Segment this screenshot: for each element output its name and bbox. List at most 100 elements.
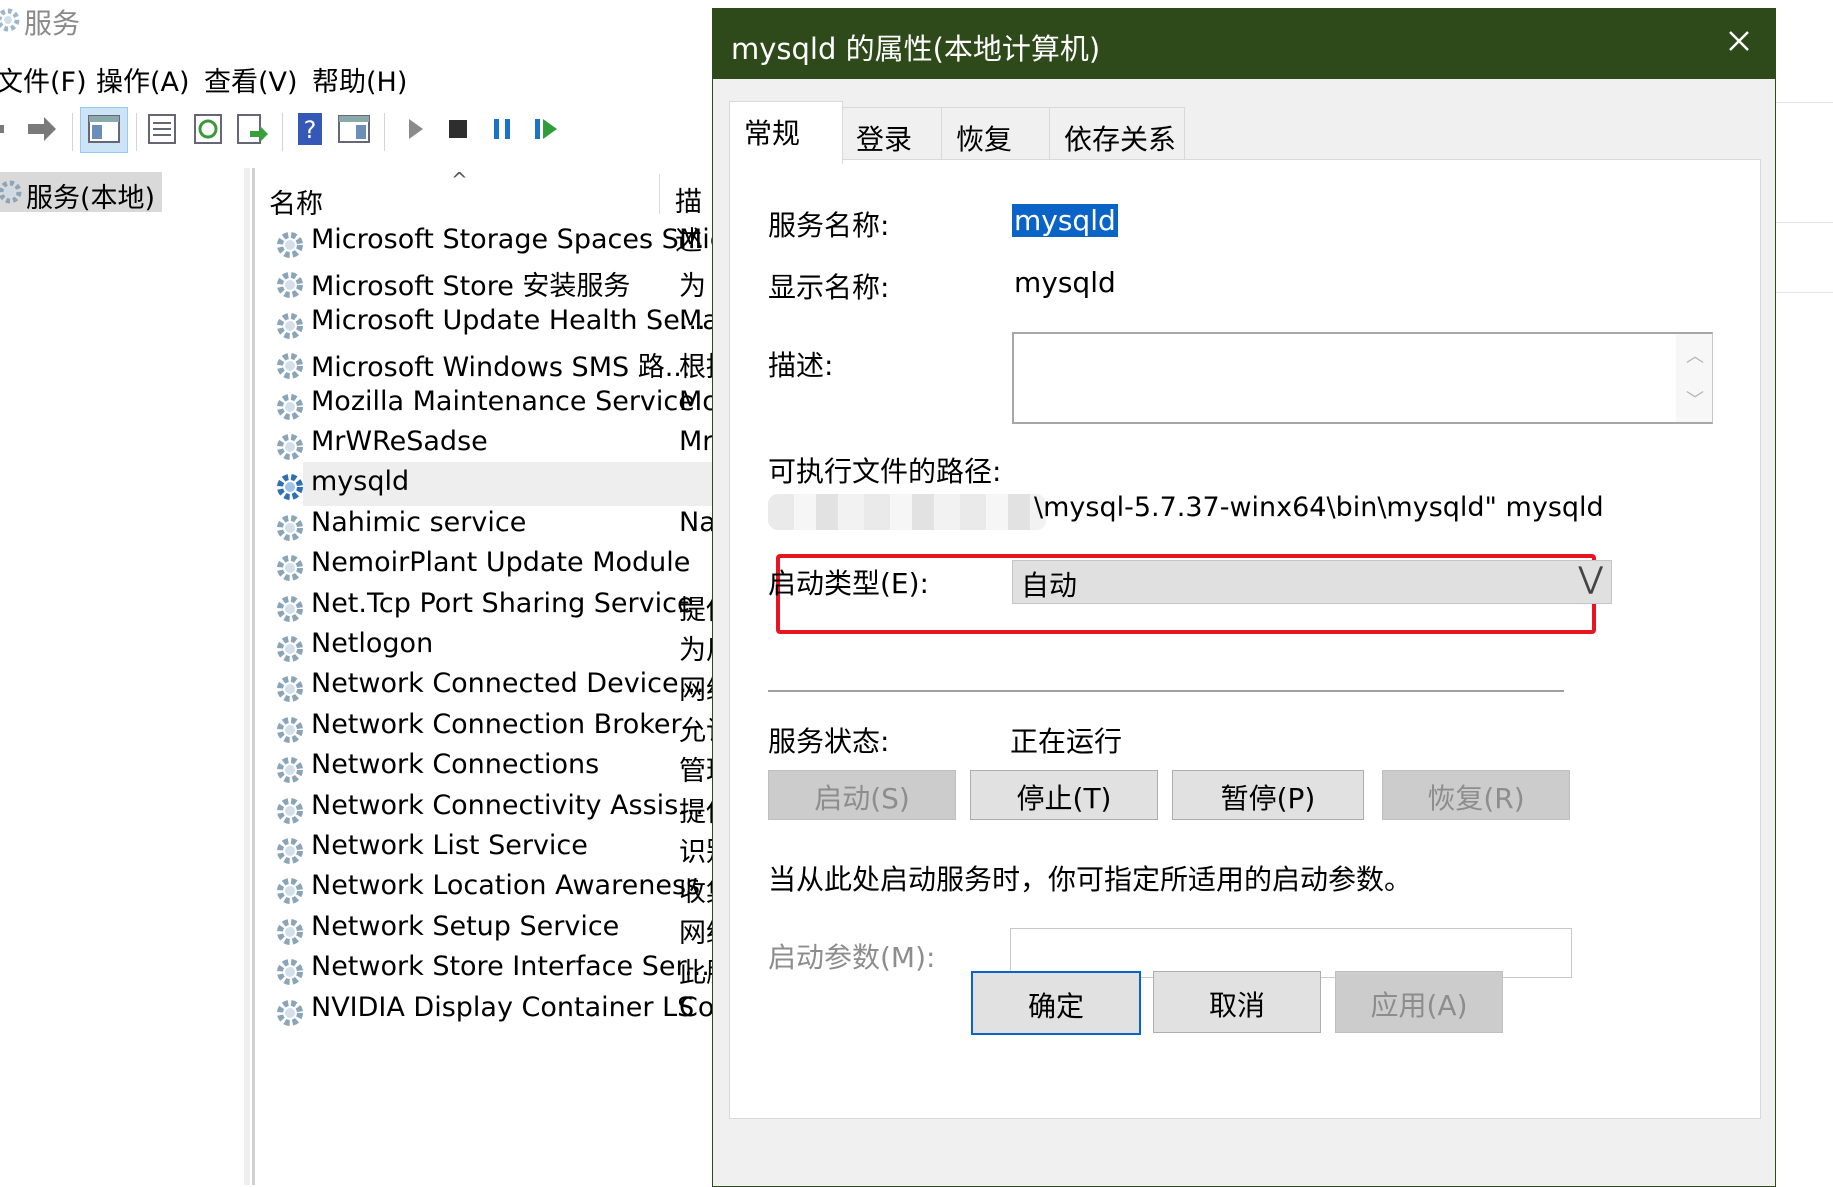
- menu-file[interactable]: 文件(F): [0, 60, 87, 99]
- service-name: Netlogon: [311, 628, 434, 659]
- properties-dialog: mysqld 的属性(本地计算机) 常规 登录 恢复 依存关系 服务名称: my…: [712, 8, 1776, 1187]
- service-gear-icon: [277, 312, 303, 339]
- chevron-down-icon: ⋁: [1578, 561, 1603, 596]
- service-gear-icon: [277, 797, 303, 824]
- service-name: Microsoft Storage Spaces S...: [311, 224, 705, 255]
- redacted-path-prefix: [768, 494, 1046, 530]
- tree-item-services-local[interactable]: 服务(本地): [0, 172, 162, 214]
- sort-ascending-icon: ^: [451, 168, 468, 192]
- service-name: Network Store Interface Ser...: [311, 951, 710, 983]
- toolbar: ?: [0, 105, 720, 157]
- tab-general[interactable]: 常规: [729, 101, 843, 164]
- ok-button[interactable]: 确定: [971, 971, 1141, 1035]
- service-name: NemoirPlant Update Module: [311, 547, 691, 579]
- services-list: ^ 名称 描述 Microsoft Storage Spaces S... Mic…: [252, 168, 723, 1185]
- start-params-hint: 当从此处启动服务时，你可指定所适用的启动参数。: [768, 863, 1413, 896]
- menu-action[interactable]: 操作(A): [96, 60, 190, 99]
- cancel-button[interactable]: 取消: [1153, 971, 1321, 1033]
- service-gear-icon: [277, 918, 303, 945]
- service-name: Microsoft Store 安装服务: [311, 271, 631, 303]
- window-title-text: 服务: [24, 7, 81, 40]
- stop-service-icon[interactable]: [440, 111, 476, 147]
- service-gear-icon: [277, 272, 303, 299]
- service-name: Network Connected Device...: [311, 668, 705, 700]
- column-header-name[interactable]: 名称: [269, 182, 323, 221]
- properties-icon[interactable]: [144, 111, 180, 147]
- service-gear-icon: [277, 555, 303, 582]
- menu-help[interactable]: 帮助(H): [312, 60, 407, 99]
- tab-logon[interactable]: 登录: [841, 107, 943, 162]
- forward-arrow-icon[interactable]: [24, 111, 60, 147]
- column-header-row: ^ 名称 描述: [255, 168, 723, 257]
- service-name: Network Setup Service: [311, 910, 620, 942]
- startup-type-label: 启动类型(E):: [768, 567, 929, 600]
- start-params-label: 启动参数(M):: [768, 941, 936, 974]
- service-name: Network Location Awareness: [311, 870, 701, 902]
- description-scrollbar[interactable]: ︿ ﹀: [1676, 334, 1712, 422]
- start-service-icon[interactable]: [398, 111, 434, 147]
- menu-bar: 文件(F) 操作(A) 查看(V) 帮助(H): [0, 56, 720, 100]
- scroll-up-icon[interactable]: ︿: [1686, 342, 1704, 368]
- refresh-icon[interactable]: [190, 111, 226, 147]
- service-gear-icon: [277, 353, 303, 380]
- resume-button[interactable]: 恢复(R): [1382, 770, 1570, 820]
- service-status-label: 服务状态:: [768, 725, 890, 758]
- stop-button[interactable]: 停止(T): [970, 770, 1158, 820]
- export-list-icon[interactable]: [234, 111, 270, 147]
- tab-strip: 常规 登录 恢复 依存关系: [729, 101, 1759, 164]
- service-name: Network List Service: [311, 830, 588, 861]
- service-gear-icon: [277, 757, 303, 784]
- pause-button[interactable]: 暂停(P): [1172, 770, 1364, 820]
- service-gear-icon: [277, 676, 303, 703]
- back-arrow-icon[interactable]: [0, 111, 26, 147]
- service-gear-icon: [277, 838, 303, 864]
- service-name-value[interactable]: mysqld: [1012, 204, 1118, 237]
- gear-icon: [0, 180, 22, 204]
- executable-path-value[interactable]: \mysql-5.7.37-winx64\bin\mysqld" mysqld: [1034, 492, 1604, 523]
- tab-recovery[interactable]: 恢复: [941, 107, 1051, 162]
- divider: [768, 690, 1564, 692]
- start-button[interactable]: 启动(S): [768, 770, 956, 820]
- service-name: Nahimic service: [311, 506, 527, 538]
- service-name: Microsoft Windows SMS 路...: [311, 352, 691, 384]
- service-name: mysqld: [311, 466, 410, 498]
- service-name: Network Connections: [311, 749, 600, 781]
- dialog-title-bar: mysqld 的属性(本地计算机): [713, 9, 1775, 79]
- service-name: Network Connectivity Assis...: [311, 789, 705, 821]
- service-gear-icon: [277, 959, 303, 986]
- close-icon[interactable]: [1719, 21, 1759, 61]
- service-name: MrWReSadse: [311, 426, 488, 457]
- tree-item-label: 服务(本地): [26, 183, 156, 214]
- service-name-label: 服务名称:: [768, 209, 890, 242]
- description-label: 描述:: [768, 349, 834, 382]
- console-tree: 服务(本地): [0, 168, 250, 1185]
- display-name-label: 显示名称:: [768, 271, 890, 304]
- executable-path-label: 可执行文件的路径:: [768, 455, 1002, 488]
- tab-dependencies[interactable]: 依存关系: [1049, 107, 1185, 162]
- help-icon[interactable]: ?: [292, 111, 328, 147]
- pause-service-icon[interactable]: [484, 111, 520, 147]
- service-gear-icon: [277, 514, 303, 541]
- services-window-title: 服务: [0, 0, 720, 42]
- service-name: Network Connection Broker: [311, 708, 682, 740]
- service-name: Mozilla Maintenance Service: [311, 385, 695, 417]
- restart-service-icon[interactable]: [528, 111, 564, 147]
- service-gear-icon: [277, 434, 303, 460]
- service-gear-icon: [277, 393, 303, 420]
- menu-view[interactable]: 查看(V): [204, 60, 298, 99]
- service-gear-icon: [277, 595, 303, 622]
- service-gear-icon: [277, 232, 303, 258]
- service-gear-icon: [277, 716, 303, 743]
- show-hide-action-pane-icon[interactable]: [336, 111, 372, 147]
- description-field[interactable]: ︿ ﹀: [1012, 332, 1713, 424]
- svg-text:?: ?: [304, 116, 317, 144]
- service-status-value: 正在运行: [1010, 725, 1123, 758]
- service-name: Microsoft Update Health Se...: [311, 304, 706, 336]
- show-hide-console-tree-icon[interactable]: [86, 111, 122, 147]
- display-name-value[interactable]: mysqld: [1014, 266, 1116, 299]
- apply-button[interactable]: 应用(A): [1335, 971, 1503, 1033]
- service-gear-icon: [277, 636, 303, 662]
- startup-type-select[interactable]: 自动 ⋁: [1012, 560, 1612, 604]
- scroll-down-icon[interactable]: ﹀: [1686, 386, 1704, 412]
- service-gear-icon: [277, 474, 303, 501]
